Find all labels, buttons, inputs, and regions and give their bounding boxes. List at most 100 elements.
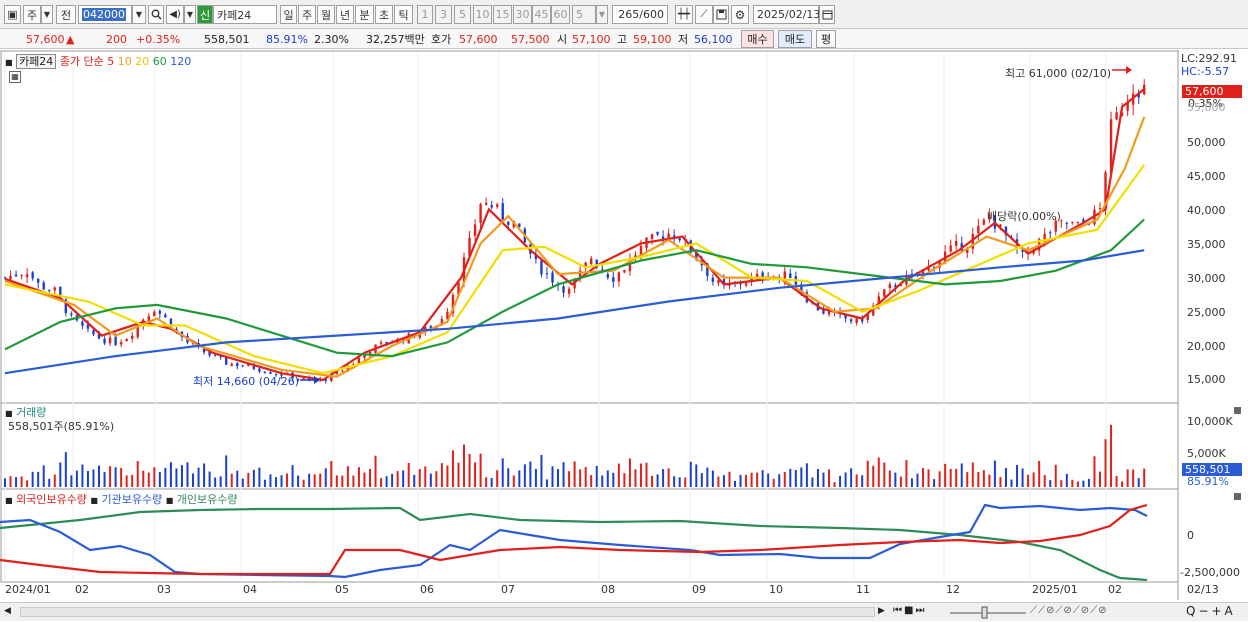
price-tick-55000: 55,000 bbox=[1187, 101, 1226, 114]
scroll-right-icon[interactable]: ▶ bbox=[878, 606, 885, 616]
count-field[interactable]: 265/600 bbox=[612, 5, 668, 24]
interval-dropdown-icon[interactable]: ▼ bbox=[596, 5, 608, 24]
volume-bar bbox=[833, 482, 836, 487]
chevron-down-icon[interactable]: ▼ bbox=[41, 5, 53, 24]
interval-15[interactable]: 15 bbox=[493, 5, 512, 24]
settings-gear-icon[interactable]: ⚙ bbox=[731, 5, 749, 24]
playback-controls-icon[interactable]: ⏮■⏭ bbox=[893, 605, 926, 616]
sell-button[interactable]: 매도 bbox=[778, 30, 812, 48]
prev-button[interactable]: 전 bbox=[56, 5, 76, 24]
tab-week[interactable]: 주 bbox=[298, 5, 316, 24]
candle-type-icon[interactable]: ┿┿ bbox=[675, 5, 693, 24]
interval-45[interactable]: 45 bbox=[532, 5, 551, 24]
volume-bar bbox=[180, 465, 183, 487]
interval-3[interactable]: 3 bbox=[435, 5, 452, 24]
scroll-track[interactable] bbox=[20, 607, 875, 617]
grid-table-icon[interactable]: ▦ bbox=[9, 71, 21, 83]
volume-bar bbox=[440, 463, 443, 487]
volume-bar bbox=[125, 475, 128, 487]
draw-tool-icon[interactable]: ⟋ bbox=[695, 5, 713, 24]
volume-bar bbox=[1115, 476, 1118, 487]
volume-bar bbox=[573, 461, 576, 487]
candle-body bbox=[1115, 112, 1118, 120]
tab-second[interactable]: 초 bbox=[375, 5, 393, 24]
period-selector[interactable]: 주 bbox=[23, 5, 41, 24]
interval-10[interactable]: 10 bbox=[473, 5, 492, 24]
volume-value-label: 558,501주(85.91%) bbox=[8, 420, 115, 433]
volume-bar bbox=[728, 471, 731, 487]
code-dropdown-icon[interactable]: ▼ bbox=[132, 5, 146, 24]
interval-60[interactable]: 60 bbox=[551, 5, 570, 24]
volume-bar bbox=[1082, 480, 1085, 487]
volume-bar bbox=[363, 472, 366, 487]
volume-bar bbox=[42, 465, 45, 487]
stock-name-field[interactable]: 카페24 bbox=[213, 5, 277, 24]
volume-bar bbox=[922, 468, 925, 487]
volume-bar bbox=[241, 478, 244, 487]
volume-tick-10000k: 10,000K bbox=[1187, 415, 1233, 428]
interval-5[interactable]: 5 bbox=[454, 5, 471, 24]
eval-button[interactable]: 평 bbox=[816, 30, 836, 48]
volume-bar bbox=[944, 463, 947, 487]
volume-bar bbox=[534, 469, 537, 487]
volume-bar bbox=[899, 476, 902, 487]
volume-bar bbox=[153, 467, 156, 487]
candle-body bbox=[711, 277, 715, 282]
candle-body bbox=[130, 335, 134, 339]
new-listing-badge[interactable]: 신 bbox=[197, 5, 213, 24]
tab-year[interactable]: 년 bbox=[336, 5, 354, 24]
scroll-left-icon[interactable]: ◀ bbox=[4, 606, 11, 616]
interval-30[interactable]: 30 bbox=[513, 5, 532, 24]
volume-bar bbox=[678, 477, 681, 487]
price-tick-50000: 50,000 bbox=[1187, 136, 1226, 149]
stock-code-input[interactable]: 042000 bbox=[78, 5, 132, 24]
tab-month[interactable]: 월 bbox=[317, 5, 335, 24]
candle-body bbox=[977, 225, 980, 233]
candle-body bbox=[125, 338, 128, 342]
tab-day[interactable]: 일 bbox=[280, 5, 297, 24]
volume-bar bbox=[761, 470, 764, 487]
candle-body bbox=[501, 203, 504, 220]
volume-bar bbox=[551, 466, 554, 487]
date-tick-12: 12 bbox=[946, 583, 960, 596]
date-input[interactable]: 2025/02/13 bbox=[753, 5, 820, 24]
volume-bar bbox=[1143, 468, 1146, 487]
chart-canvas[interactable] bbox=[0, 50, 1248, 602]
volume-bar bbox=[1038, 460, 1041, 487]
zoom-slider[interactable] bbox=[948, 605, 1028, 619]
interval-1[interactable]: 1 bbox=[417, 5, 433, 24]
search-icon[interactable] bbox=[148, 5, 164, 24]
tab-minute[interactable]: 분 bbox=[355, 5, 374, 24]
calendar-icon[interactable] bbox=[819, 5, 835, 24]
volume-bar bbox=[286, 473, 289, 487]
speaker-dropdown-icon[interactable]: ▼ bbox=[184, 5, 196, 24]
zoom-controls-icon[interactable]: Q−+A bbox=[1186, 604, 1236, 618]
volume-tick-5000k: 5,000K bbox=[1187, 447, 1226, 460]
candle-body bbox=[1049, 232, 1052, 234]
price-tick-15000: 15,000 bbox=[1187, 373, 1226, 386]
volume-bar bbox=[319, 473, 322, 487]
volume-bar bbox=[70, 475, 73, 487]
buy-button[interactable]: 매수 bbox=[741, 30, 774, 48]
volume-bar bbox=[324, 468, 327, 487]
candle-body bbox=[258, 368, 261, 372]
volume-bar bbox=[86, 471, 89, 487]
holdings-tick-min: -2,500,000 bbox=[1180, 566, 1240, 579]
tab-tick[interactable]: 틱 bbox=[394, 5, 413, 24]
chart-tools-icon[interactable]: ⟋⟋⊘⟋⊘⟋⊘⟋⊘ bbox=[1030, 605, 1108, 616]
volume-bar bbox=[1032, 472, 1035, 487]
window-icon[interactable]: ▣ bbox=[4, 5, 21, 24]
volume-bar bbox=[385, 476, 388, 487]
volume-bar bbox=[81, 464, 84, 487]
chart-area[interactable]: ■ 카페24 종가 단순 5 10 20 60 120 ▦ 최고 61,000 … bbox=[0, 50, 1248, 621]
candle-body bbox=[617, 272, 621, 282]
save-icon[interactable] bbox=[713, 5, 729, 24]
holdings-panel-close-icon bbox=[1234, 493, 1241, 500]
legend-stock-name[interactable]: 카페24 bbox=[16, 54, 57, 69]
candle-body bbox=[25, 274, 29, 278]
speaker-icon[interactable]: ◀) bbox=[166, 5, 184, 24]
interval-input[interactable]: 5 bbox=[572, 5, 596, 24]
volume-bar bbox=[258, 467, 261, 487]
volume-panel-frame bbox=[0, 402, 1179, 490]
candle-body bbox=[650, 234, 654, 239]
